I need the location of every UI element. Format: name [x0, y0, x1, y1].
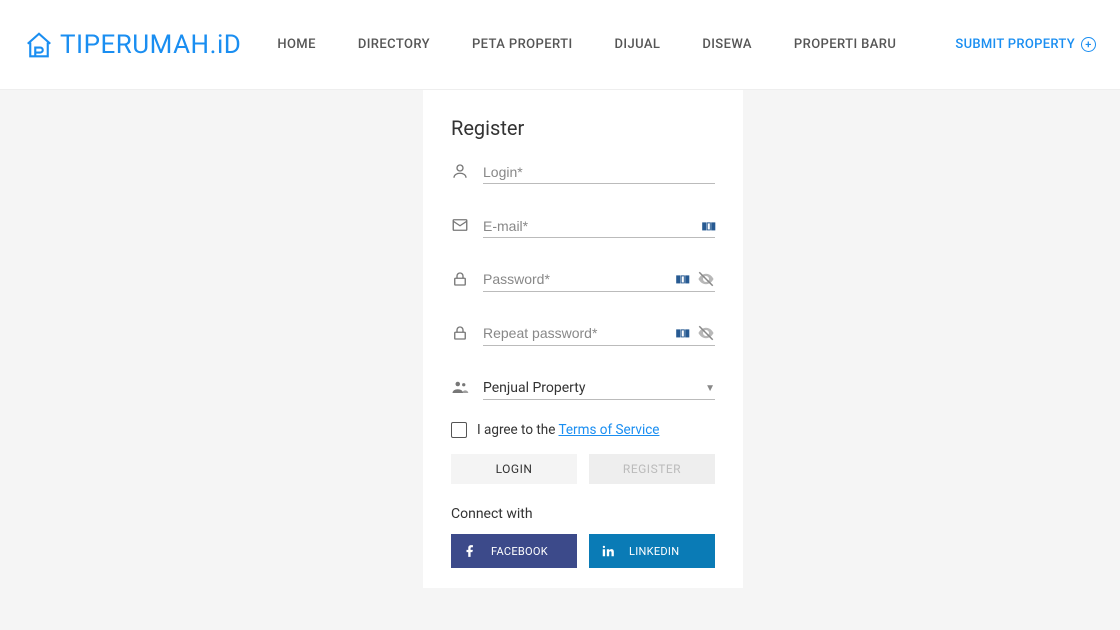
- register-button: REGISTER: [589, 454, 715, 484]
- terms-text: I agree to the Terms of Service: [477, 422, 659, 438]
- lock-icon: [451, 324, 469, 346]
- mail-icon: [451, 216, 469, 238]
- header: TIPERUMAH.iD HOME DIRECTORY PETA PROPERT…: [0, 0, 1120, 90]
- nav-dijual[interactable]: DIJUAL: [615, 37, 661, 52]
- repeat-password-field-row: ▮▯▮: [451, 324, 715, 346]
- people-icon: [451, 378, 469, 400]
- nav-peta-properti[interactable]: PETA PROPERTI: [472, 37, 573, 52]
- autofill-icon[interactable]: ▮▯▮: [701, 221, 715, 232]
- social-row: FACEBOOK LINKEDIN: [451, 534, 715, 568]
- password-field-row: ▮▯▮: [451, 270, 715, 292]
- person-icon: [451, 162, 469, 184]
- linkedin-button[interactable]: LINKEDIN: [589, 534, 715, 568]
- terms-row: I agree to the Terms of Service: [451, 422, 715, 438]
- nav-directory[interactable]: DIRECTORY: [358, 37, 430, 52]
- linkedin-icon: [601, 544, 615, 558]
- role-select-row: Penjual Property ▼: [451, 378, 715, 400]
- lock-icon: [451, 270, 469, 292]
- role-selected-value: Penjual Property: [483, 380, 705, 396]
- repeat-password-input[interactable]: [483, 325, 675, 341]
- email-field-row: ▮▯▮: [451, 216, 715, 238]
- facebook-icon: [463, 544, 477, 558]
- chevron-down-icon: ▼: [705, 383, 715, 394]
- facebook-button[interactable]: FACEBOOK: [451, 534, 577, 568]
- submit-property-link[interactable]: SUBMIT PROPERTY +: [955, 37, 1096, 52]
- facebook-label: FACEBOOK: [491, 545, 548, 558]
- main-nav: HOME DIRECTORY PETA PROPERTI DIJUAL DISE…: [277, 37, 955, 52]
- login-input[interactable]: [483, 164, 715, 180]
- submit-property-label: SUBMIT PROPERTY: [955, 37, 1075, 52]
- role-select[interactable]: Penjual Property ▼: [483, 380, 715, 400]
- nav-properti-baru[interactable]: PROPERTI BARU: [794, 37, 896, 52]
- brand-name: TIPERUMAH.iD: [60, 30, 241, 60]
- house-icon: [24, 30, 54, 60]
- login-button[interactable]: LOGIN: [451, 454, 577, 484]
- login-field-row: [451, 162, 715, 184]
- nav-disewa[interactable]: DISEWA: [702, 37, 752, 52]
- page-body: Register ▮▯▮: [0, 90, 1120, 588]
- linkedin-label: LINKEDIN: [629, 545, 679, 558]
- visibility-off-icon[interactable]: [697, 324, 715, 342]
- terms-link[interactable]: Terms of Service: [559, 422, 660, 438]
- visibility-off-icon[interactable]: [697, 270, 715, 288]
- terms-checkbox[interactable]: [451, 422, 467, 438]
- password-input[interactable]: [483, 271, 675, 287]
- register-card: Register ▮▯▮: [423, 90, 743, 588]
- brand-logo[interactable]: TIPERUMAH.iD: [24, 30, 241, 60]
- nav-home[interactable]: HOME: [277, 37, 316, 52]
- plus-circle-icon: +: [1081, 37, 1096, 52]
- connect-with-label: Connect with: [451, 506, 715, 522]
- card-title: Register: [451, 116, 715, 140]
- autofill-icon[interactable]: ▮▯▮: [675, 328, 689, 339]
- autofill-icon[interactable]: ▮▯▮: [675, 274, 689, 285]
- email-input[interactable]: [483, 218, 701, 234]
- button-row: LOGIN REGISTER: [451, 454, 715, 484]
